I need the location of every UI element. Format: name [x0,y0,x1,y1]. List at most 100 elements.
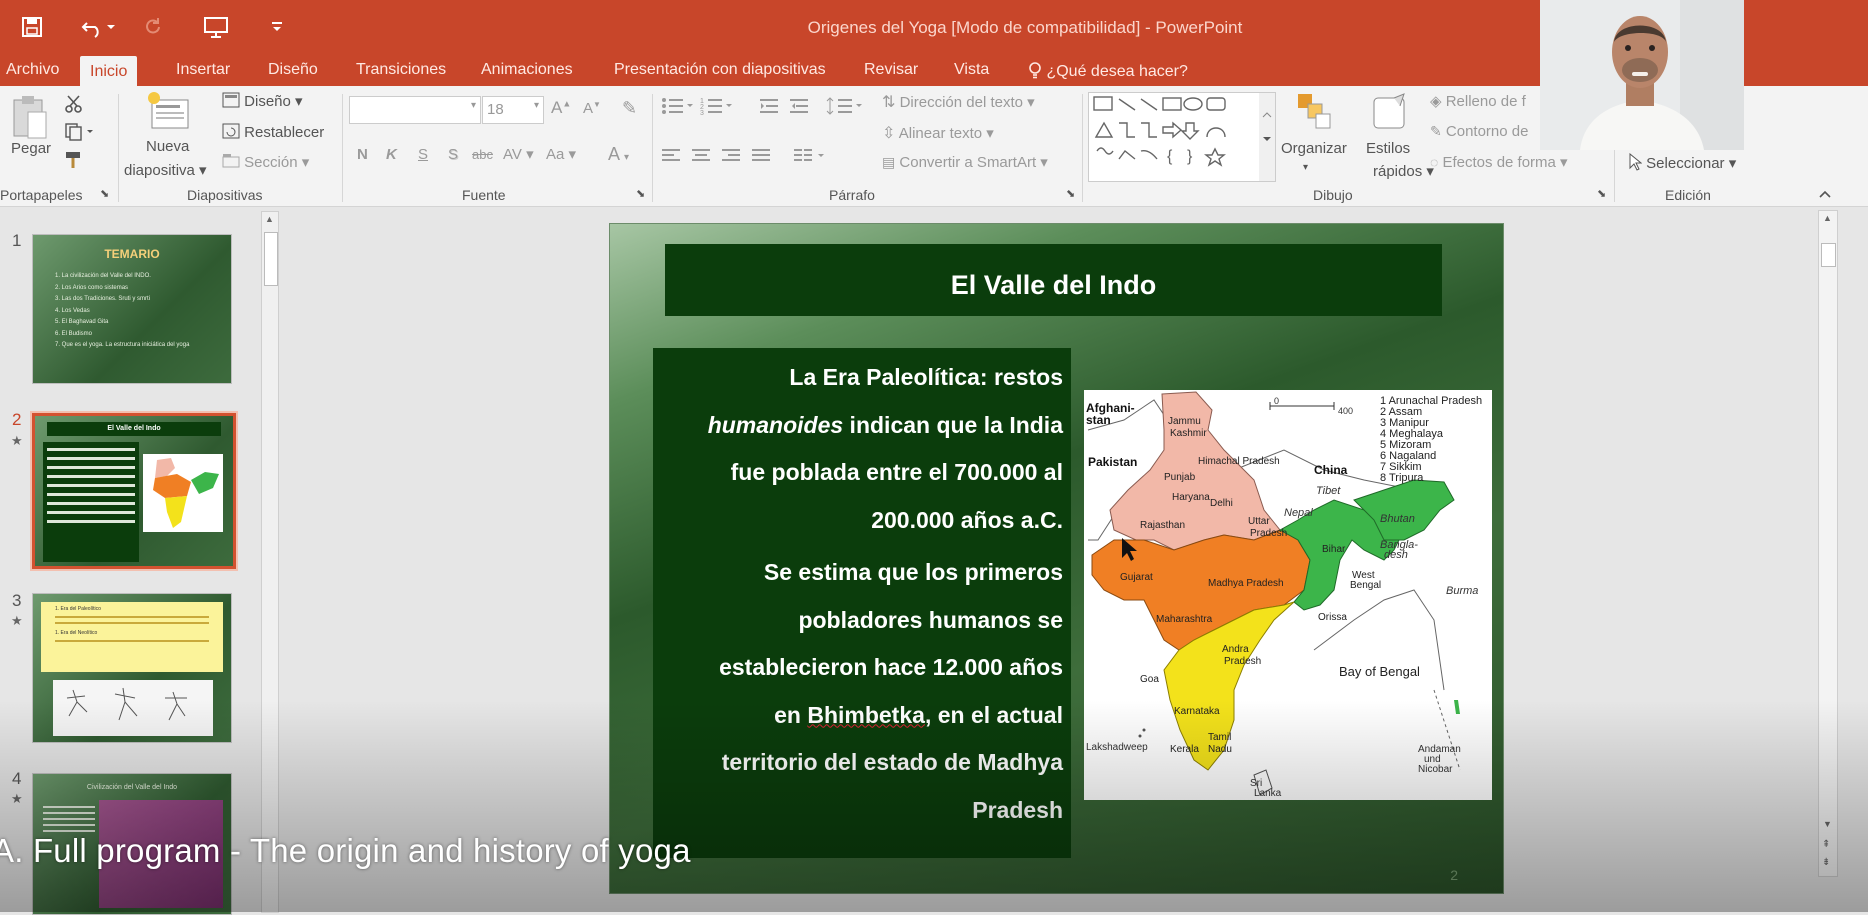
cut-button[interactable] [64,94,84,118]
svg-text:8 Tripura: 8 Tripura [1380,472,1424,484]
tab-insertar[interactable]: Insertar [176,61,230,79]
scroll-up-icon[interactable]: ▲ [1823,213,1832,223]
thumb-map [143,454,223,532]
char-spacing-button[interactable]: AV ▾ [503,145,534,163]
change-case-button[interactable]: Aa ▾ [546,145,576,163]
slide-canvas[interactable]: El Valle del Indo La Era Paleolítica: re… [609,223,1504,894]
scroll-thumb[interactable] [1821,243,1836,267]
india-map-image[interactable]: 0 400 1 Arunachal Pradesh 2 Assam 3 Mani… [1084,390,1492,800]
reset-button[interactable]: Restablecer [222,123,324,141]
font-size-input[interactable]: 18 ▾ [482,96,544,124]
clipboard-launcher-icon[interactable]: ⬊ [100,187,109,200]
svg-text:desh: desh [1384,549,1408,561]
paragraph-list-buttons[interactable]: 123 [660,94,870,122]
tab-diseno[interactable]: Diseño [268,61,318,79]
redo-button[interactable] [138,12,168,42]
previous-slide-icon[interactable]: ⇞ [1822,839,1830,850]
slide-page-number: 2 [1450,867,1458,883]
shadow-button[interactable]: S [448,146,458,163]
clear-format-icon[interactable]: ✎ [622,98,637,119]
drawing-launcher-icon[interactable]: ⬊ [1597,187,1606,200]
tab-animaciones[interactable]: Animaciones [481,61,573,79]
slide-thumbnail-3[interactable]: 1. Era del Paleolítico 1. Era del Neolít… [32,593,232,743]
tab-presentacion[interactable]: Presentación con diapositivas [614,61,826,79]
thumbnails-scrollbar[interactable]: ▲ [261,211,279,913]
shape-effects-button[interactable]: ◌ Efectos de forma ▾ [1430,153,1568,171]
tab-revisar[interactable]: Revisar [864,61,918,79]
quick-styles-icon [1373,93,1405,129]
animation-star-icon: ★ [11,433,23,448]
thumb-drawing [53,680,213,736]
paragraph-launcher-icon[interactable]: ⬊ [1066,187,1075,200]
new-slide-label-1: Nueva [146,138,190,155]
save-button[interactable] [14,12,50,42]
underline-button[interactable]: S [418,146,428,163]
thumb-title: Civilización del Valle del Indo [86,784,178,791]
svg-text:Pakistan: Pakistan [1088,455,1137,469]
slide-thumbnail-1[interactable]: TEMARIO 1. La civilización del Valle del… [32,234,232,384]
svg-text:3: 3 [700,110,704,117]
presenter-video-icon [1540,0,1744,150]
paste-button[interactable] [10,94,50,146]
section-button[interactable]: Sección ▾ [222,153,309,171]
slide-scrollbar[interactable]: ▲ ▼ ⇞ ⇟ [1818,210,1838,877]
svg-text:Haryana: Haryana [1172,492,1210,503]
scroll-up-icon[interactable]: ▲ [265,214,274,224]
font-name-input[interactable]: ▾ [349,96,481,124]
select-button[interactable]: Seleccionar ▾ [1628,152,1736,172]
italic-button[interactable]: K [386,146,397,163]
tab-vista[interactable]: Vista [954,61,989,79]
bullets-icon: 123 [662,97,862,117]
from-beginning-button[interactable] [198,12,234,42]
customize-qat-button[interactable] [266,12,288,42]
svg-text:Lakshadweep: Lakshadweep [1086,742,1148,753]
tell-me-search[interactable]: ¿Qué desea hacer? [1028,61,1188,81]
smartart-button[interactable]: ▤ Convertir a SmartArt ▾ [882,153,1048,171]
text-direction-button[interactable]: ⇅ Dirección del texto ▾ [882,92,1035,112]
lightbulb-icon [1029,62,1041,79]
copy-button[interactable] [64,122,94,146]
svg-text:{: { [1167,148,1173,165]
thumb-number-2: 2 [12,410,22,429]
svg-text:Uttar: Uttar [1248,516,1270,527]
new-slide-label-2: diapositiva ▾ [124,162,207,179]
shape-fill-button[interactable]: ◈ Relleno de f [1430,92,1526,110]
align-text-button[interactable]: ⇳ Alinear texto ▾ [882,123,994,143]
collapse-ribbon-icon[interactable] [1818,186,1832,202]
tab-transiciones[interactable]: Transiciones [356,61,446,79]
slide-title-box[interactable]: El Valle del Indo [665,244,1442,316]
font-launcher-icon[interactable]: ⬊ [636,187,645,200]
svg-text:Himachal Pradesh: Himachal Pradesh [1198,456,1280,467]
svg-text:Tibet: Tibet [1316,485,1341,497]
format-painter-button[interactable] [64,150,84,174]
next-slide-icon[interactable]: ⇟ [1822,857,1830,868]
new-slide-button[interactable] [146,90,192,136]
bold-button[interactable]: N [357,146,368,163]
scroll-down-icon[interactable]: ▼ [1823,819,1832,829]
strikethrough-button[interactable]: abc [472,147,493,162]
save-icon [22,17,42,37]
slide-text-box[interactable]: La Era Paleolítica: restos humanoides in… [653,348,1071,858]
font-color-button[interactable]: A ▾ [608,144,629,165]
chevron-down-icon: ▾ [1303,162,1309,173]
svg-text:China: China [1314,463,1348,477]
body-line: 200.000 años a.C. [871,506,1063,533]
shape-outline-button[interactable]: ✎ Contorno de [1430,123,1528,140]
quick-styles-button[interactable] [1370,92,1410,136]
tab-archivo[interactable]: Archivo [6,61,59,79]
thumb-lines [43,802,95,836]
scroll-thumb[interactable] [264,232,278,286]
body-line: Pradesh [972,796,1063,823]
layout-button[interactable]: Diseño ▾ [222,92,303,110]
paragraph-align-buttons[interactable] [660,146,840,170]
undo-button[interactable] [74,12,122,42]
grow-font-icon[interactable]: A▲ [551,98,571,118]
shapes-gallery[interactable]: {} [1088,92,1276,182]
arrange-button[interactable] [1296,92,1336,136]
shrink-font-icon[interactable]: A▼ [583,100,601,117]
svg-text:Delhi: Delhi [1210,498,1233,509]
map-legend: 1 Arunachal Pradesh 2 Assam 3 Manipur 4 … [1380,395,1482,484]
animation-star-icon: ★ [11,613,23,628]
tab-inicio[interactable]: Inicio [80,56,138,86]
slide-thumbnail-2[interactable]: El Valle del Indo [30,411,238,571]
